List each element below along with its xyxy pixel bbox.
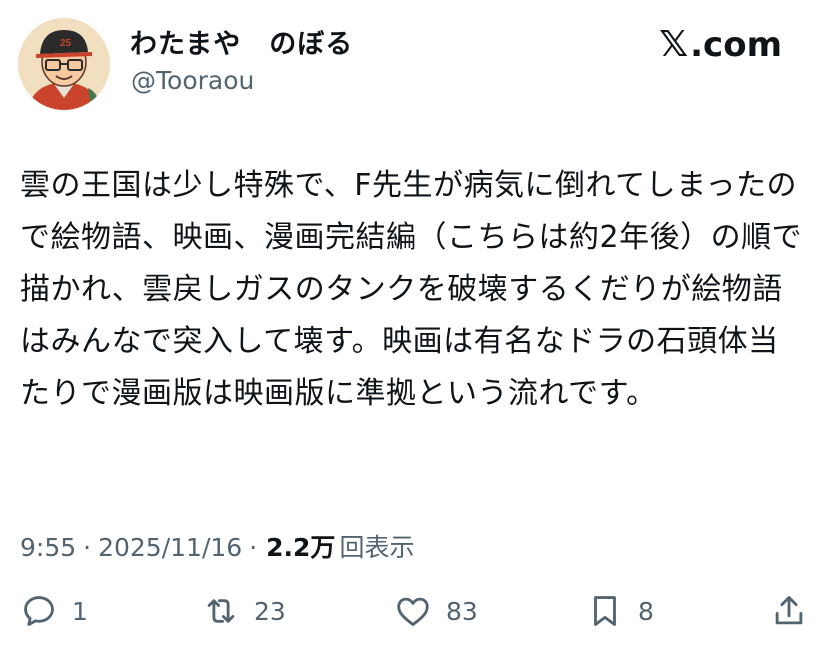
tweet-text: 雲の王国は少し特殊で、F先生が病気に倒れてしまったので絵物語、映画、漫画完結編（…	[20, 168, 803, 411]
tweet-date[interactable]: 2025/11/16	[98, 533, 242, 562]
share-icon	[775, 596, 803, 625]
author-display-name[interactable]: わたまや のぼる	[130, 22, 353, 61]
author-handle[interactable]: @Tooraou	[131, 66, 254, 95]
views-count[interactable]: 2.2万	[266, 528, 335, 564]
reply-count: 1	[72, 596, 88, 626]
reply-icon	[24, 596, 54, 626]
bookmark-count: 8	[638, 596, 654, 626]
share-button[interactable]	[770, 592, 808, 630]
retweet-count: 23	[254, 596, 286, 626]
action-bar: 1 23 83 8	[20, 592, 808, 642]
avatar-illustration: 25	[18, 18, 110, 110]
avatar[interactable]: 25	[18, 18, 110, 110]
like-count: 83	[446, 596, 478, 626]
retweet-icon	[207, 599, 235, 623]
bookmark-button[interactable]: 8	[586, 592, 654, 630]
bookmark-icon	[594, 596, 616, 626]
heart-icon	[397, 597, 429, 626]
meta-separator: ·	[83, 533, 92, 562]
meta-separator: ·	[249, 533, 258, 562]
x-logo[interactable]: 𝕏 .com	[659, 24, 782, 65]
x-brand-icon: 𝕏	[659, 24, 689, 65]
tweet-meta: 9:55 · 2025/11/16 · 2.2万 回表示	[20, 528, 414, 564]
tweet-time[interactable]: 9:55	[20, 533, 76, 562]
x-logo-text: .com	[690, 24, 782, 65]
reply-button[interactable]: 1	[20, 592, 88, 630]
avatar-badge: 25	[60, 38, 72, 49]
like-button[interactable]: 83	[394, 592, 478, 630]
views-label: 回表示	[339, 533, 415, 562]
retweet-button[interactable]: 23	[202, 592, 286, 630]
